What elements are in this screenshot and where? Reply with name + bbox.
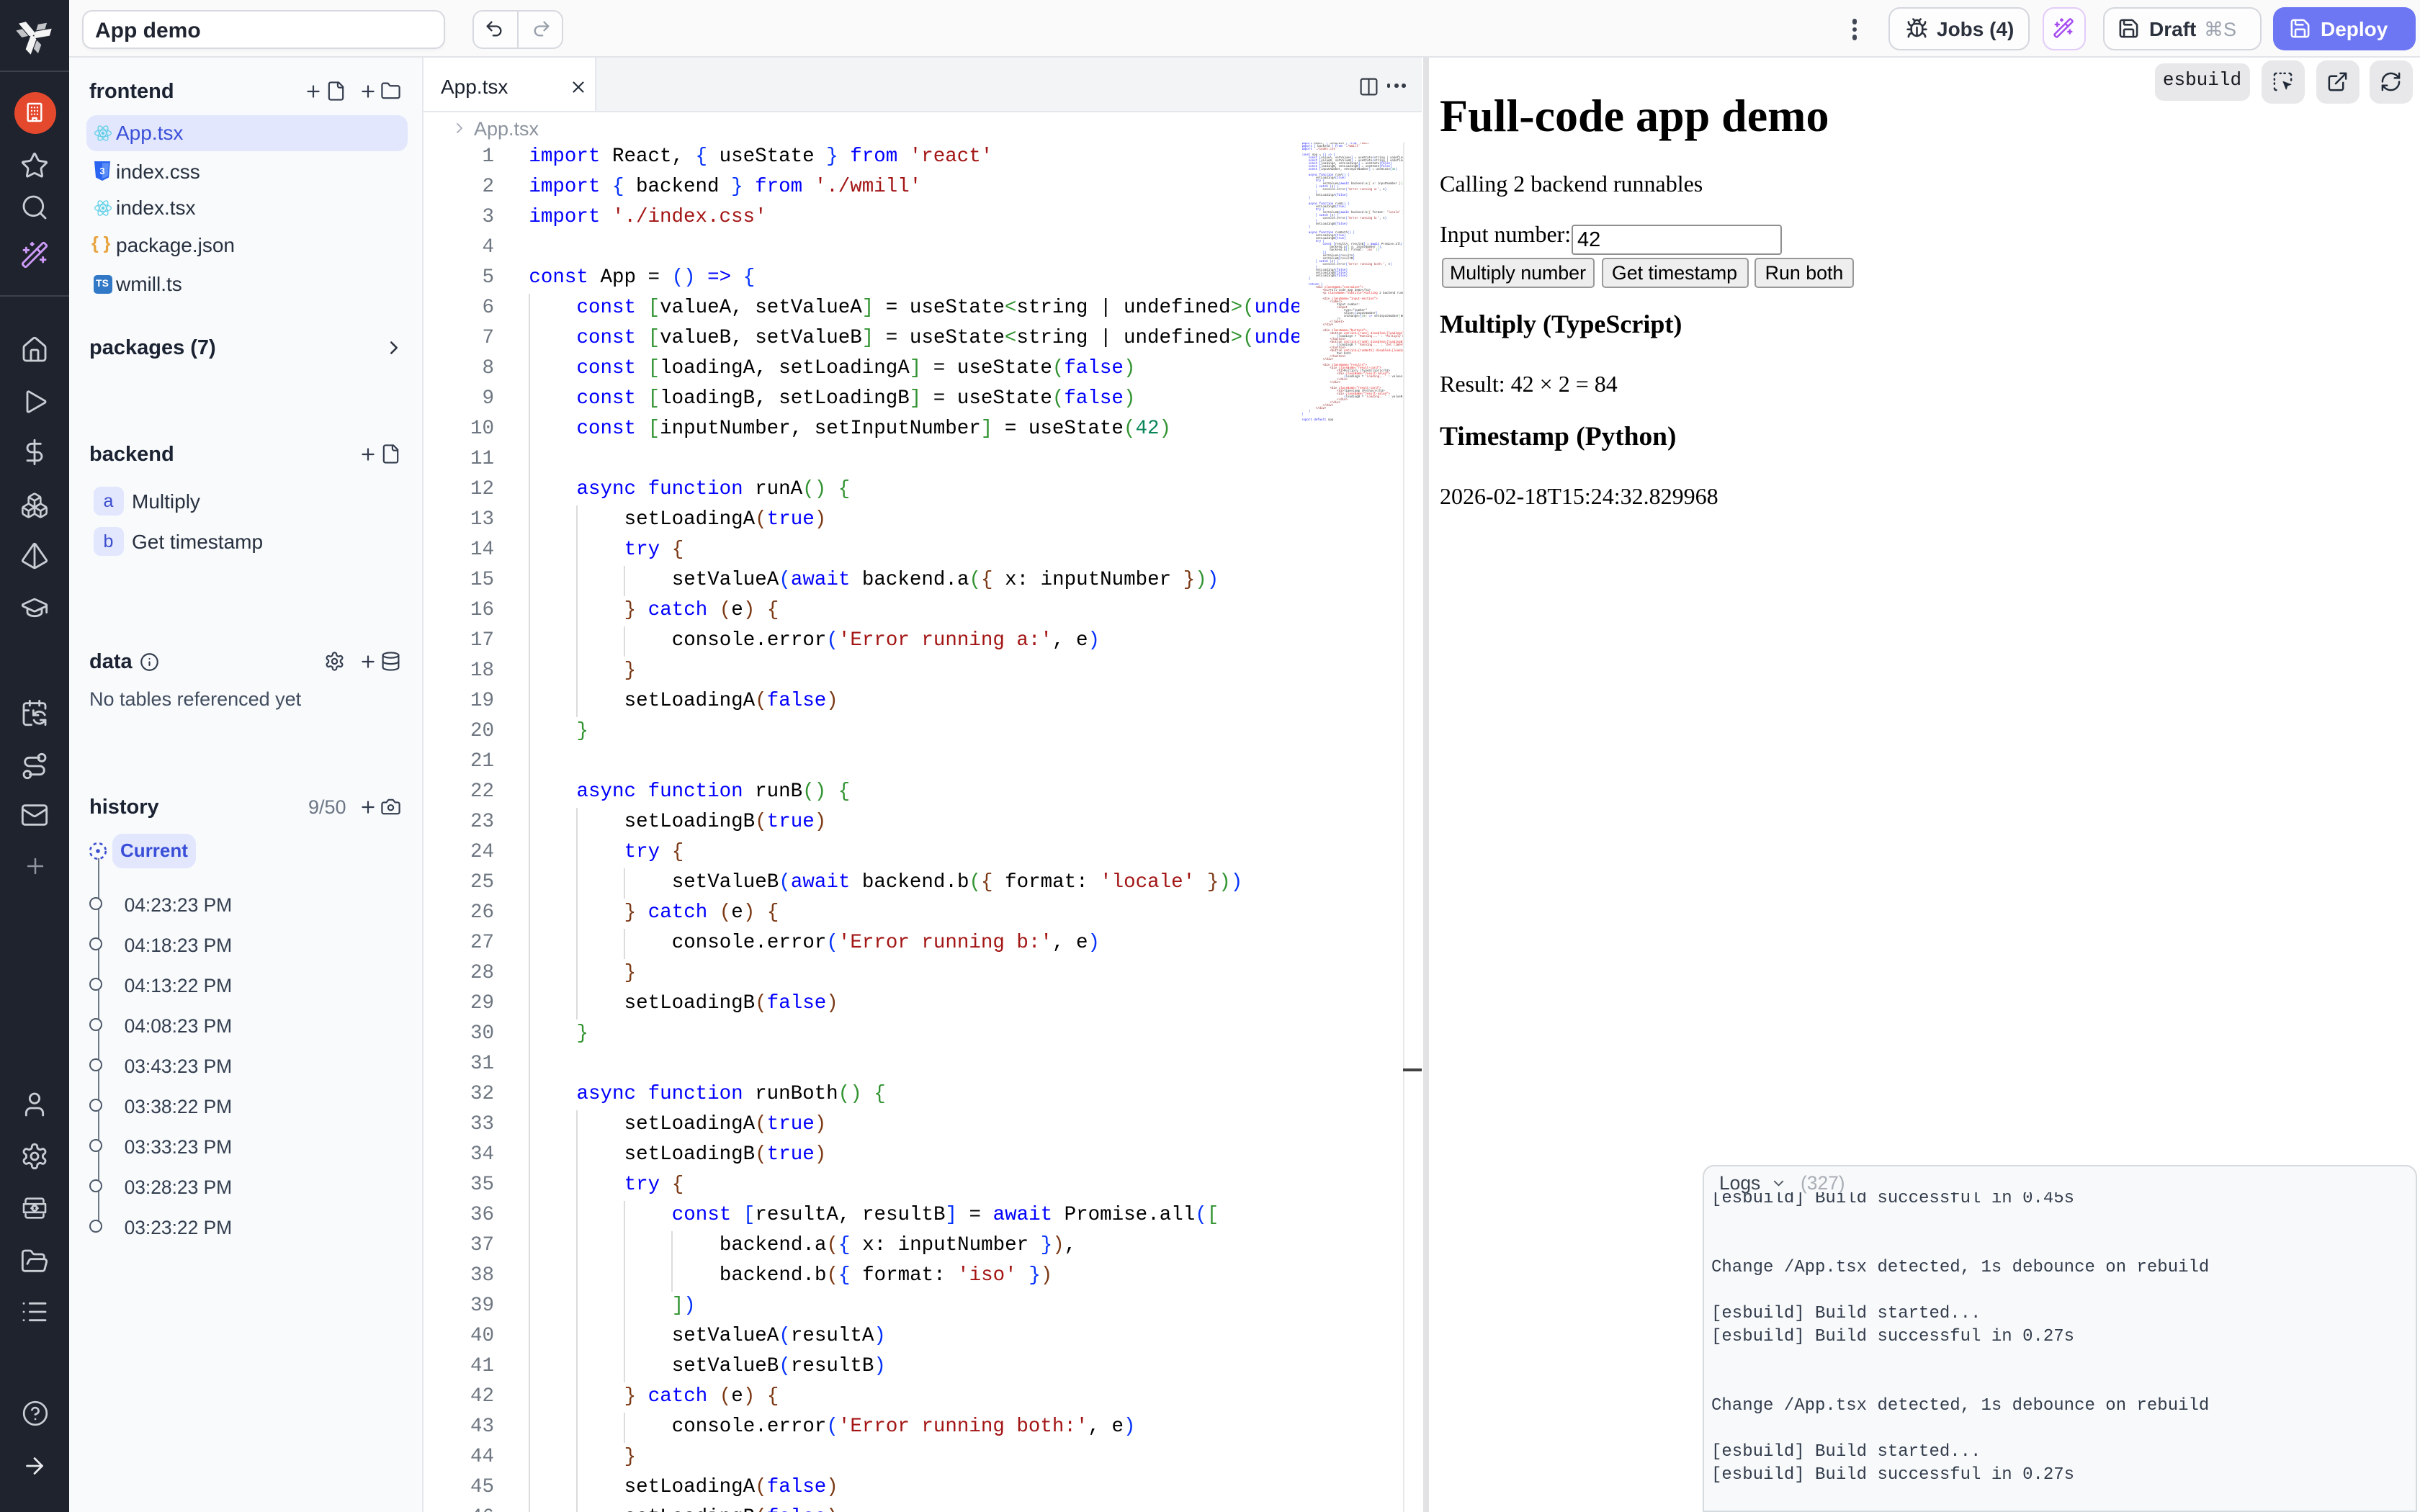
svg-text:3: 3 — [99, 166, 104, 176]
